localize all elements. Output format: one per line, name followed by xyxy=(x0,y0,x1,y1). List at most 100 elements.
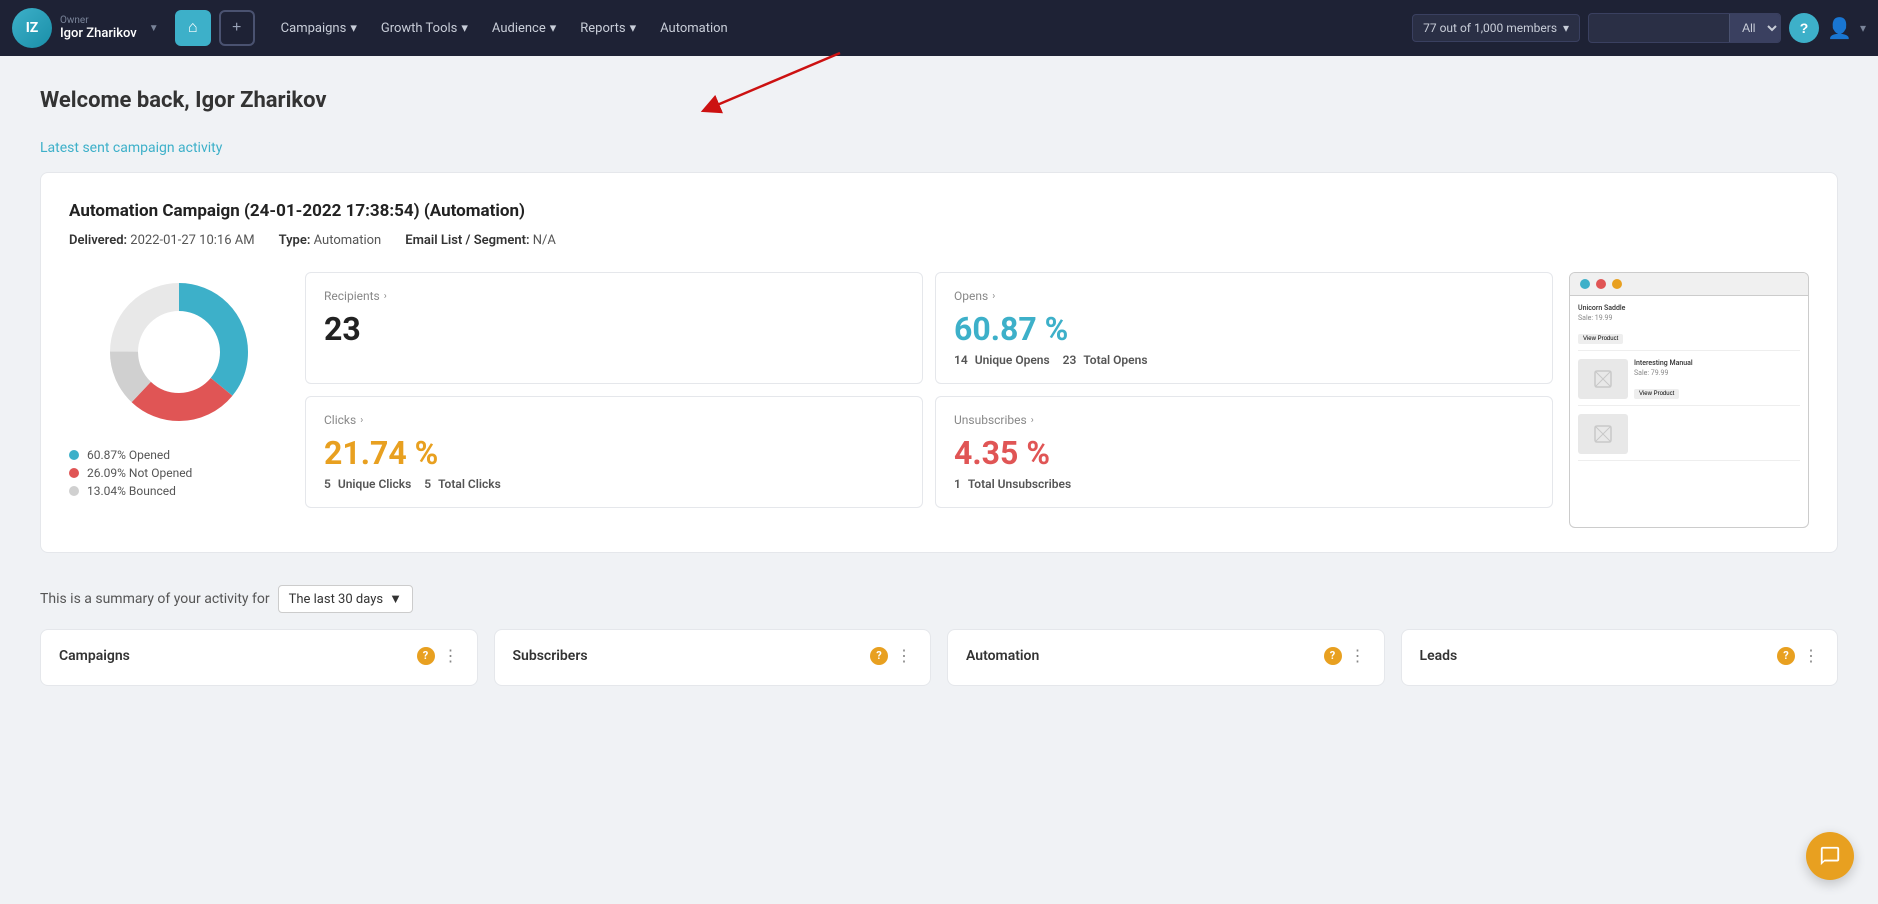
unsubscribes-sub: 1 Total Unsubscribes xyxy=(954,477,1534,491)
preview-dot-red xyxy=(1596,279,1606,289)
product1-price: Sale: 19.99 xyxy=(1578,314,1800,322)
unsubscribes-value: 4.35 % xyxy=(954,437,1534,469)
legend-not-opened: 26.09% Not Opened xyxy=(69,466,289,480)
nav-reports[interactable]: Reports ▾ xyxy=(570,15,646,42)
main-content: Welcome back, Igor Zharikov Latest sent … xyxy=(0,56,1878,710)
nav-campaigns[interactable]: Campaigns ▾ xyxy=(271,15,367,42)
search-input[interactable] xyxy=(1589,15,1729,41)
latest-activity-link[interactable]: Latest sent campaign activity xyxy=(40,140,222,156)
bottom-card-subscribers: Subscribers ? ⋮ xyxy=(494,629,932,686)
automation-dots-menu[interactable]: ⋮ xyxy=(1350,646,1366,665)
donut-chart xyxy=(99,272,259,432)
product2-image xyxy=(1578,359,1628,399)
email-preview: Unicorn Saddle Sale: 19.99 View Product … xyxy=(1569,272,1809,528)
product1-name: Unicorn Saddle xyxy=(1578,304,1800,312)
activity-summary: This is a summary of your activity for T… xyxy=(40,581,1838,690)
legend-bounced: 13.04% Bounced xyxy=(69,484,289,498)
product1-btn[interactable]: View Product xyxy=(1578,334,1623,344)
leads-dots-menu[interactable]: ⋮ xyxy=(1803,646,1819,665)
bounced-dot xyxy=(69,486,79,496)
bottom-card-campaigns: Campaigns ? ⋮ xyxy=(40,629,478,686)
reports-chevron-icon: ▾ xyxy=(630,21,637,36)
opens-sub: 14 Unique Opens 23 Total Opens xyxy=(954,353,1534,367)
campaign-card: Automation Campaign (24-01-2022 17:38:54… xyxy=(40,172,1838,553)
email-preview-header xyxy=(1570,273,1808,296)
period-chevron-icon: ▼ xyxy=(389,591,402,607)
campaign-meta: Delivered: 2022-01-27 10:16 AM Type: Aut… xyxy=(69,233,1809,248)
recipients-value: 23 xyxy=(324,313,904,345)
welcome-heading: Welcome back, Igor Zharikov xyxy=(40,88,1838,113)
legend-opened: 60.87% Opened xyxy=(69,448,289,462)
segment-meta: Email List / Segment: N/A xyxy=(405,233,556,248)
navbar: IZ Owner Igor Zharikov ▼ ⌂ + Campaigns ▾… xyxy=(0,0,1878,56)
members-badge[interactable]: 77 out of 1,000 members ▾ xyxy=(1412,14,1580,42)
stat-card-clicks: Clicks › 21.74 % 5 Unique Clicks 5 Total… xyxy=(305,396,923,508)
help-button[interactable]: ? xyxy=(1789,13,1819,43)
create-button[interactable]: + xyxy=(219,10,255,46)
nav-growth-tools[interactable]: Growth Tools ▾ xyxy=(371,15,478,42)
subscribers-help-button[interactable]: ? xyxy=(870,647,888,665)
clicks-value: 21.74 % xyxy=(324,437,904,469)
type-meta: Type: Automation xyxy=(279,233,382,248)
stat-cards-grid: Recipients › 23 Opens › 60.87 % 14 Uniqu… xyxy=(305,272,1553,508)
unsubscribes-chevron-icon: › xyxy=(1031,415,1034,426)
search-box: All xyxy=(1588,13,1781,43)
leads-help-button[interactable]: ? xyxy=(1777,647,1795,665)
nav-menu: Campaigns ▾ Growth Tools ▾ Audience ▾ Re… xyxy=(271,15,1404,42)
product2-btn[interactable]: View Product xyxy=(1634,389,1679,399)
campaigns-chevron-icon: ▾ xyxy=(350,21,357,36)
subscribers-dots-menu[interactable]: ⋮ xyxy=(896,646,912,665)
clicks-sub: 5 Unique Clicks 5 Total Clicks xyxy=(324,477,904,491)
donut-area: 60.87% Opened 26.09% Not Opened 13.04% B… xyxy=(69,272,289,502)
bottom-card-automation: Automation ? ⋮ xyxy=(947,629,1385,686)
campaigns-dots-menu[interactable]: ⋮ xyxy=(443,646,459,665)
unsubscribes-title[interactable]: Unsubscribes › xyxy=(954,413,1534,427)
account-chevron-icon[interactable]: ▾ xyxy=(1860,21,1866,35)
stats-area: 60.87% Opened 26.09% Not Opened 13.04% B… xyxy=(69,272,1809,528)
donut-legend: 60.87% Opened 26.09% Not Opened 13.04% B… xyxy=(69,448,289,502)
automation-help-button[interactable]: ? xyxy=(1324,647,1342,665)
app-logo[interactable]: IZ xyxy=(12,8,52,48)
automation-card-actions: ? ⋮ xyxy=(1324,646,1366,665)
product2-price: Sale: 79.99 xyxy=(1634,369,1800,377)
campaigns-help-button[interactable]: ? xyxy=(417,647,435,665)
email-product-1: Unicorn Saddle Sale: 19.99 View Product xyxy=(1578,304,1800,351)
product3-image xyxy=(1578,414,1628,454)
nav-right: 77 out of 1,000 members ▾ All ? 👤 ▾ xyxy=(1412,13,1866,43)
owner-name: Igor Zharikov xyxy=(60,26,137,41)
clicks-title[interactable]: Clicks › xyxy=(324,413,904,427)
recipients-title[interactable]: Recipients › xyxy=(324,289,904,303)
automation-card-title: Automation xyxy=(966,648,1039,664)
bottom-card-leads: Leads ? ⋮ xyxy=(1401,629,1839,686)
email-product-3 xyxy=(1578,414,1800,461)
opens-title[interactable]: Opens › xyxy=(954,289,1534,303)
nav-automation[interactable]: Automation xyxy=(650,15,738,42)
leads-card-actions: ? ⋮ xyxy=(1777,646,1819,665)
activity-summary-text: This is a summary of your activity for T… xyxy=(40,585,1838,613)
stat-card-recipients: Recipients › 23 xyxy=(305,272,923,384)
not-opened-dot xyxy=(69,468,79,478)
subscribers-card-actions: ? ⋮ xyxy=(870,646,912,665)
growth-tools-chevron-icon: ▾ xyxy=(461,21,468,36)
search-filter-select[interactable]: All xyxy=(1729,14,1780,42)
user-account-icon[interactable]: 👤 xyxy=(1827,16,1852,40)
recipients-chevron-icon: › xyxy=(384,291,387,302)
opens-value: 60.87 % xyxy=(954,313,1534,345)
stat-card-opens: Opens › 60.87 % 14 Unique Opens 23 Total… xyxy=(935,272,1553,384)
owner-chevron-icon[interactable]: ▼ xyxy=(149,23,159,34)
subscribers-card-header: Subscribers ? ⋮ xyxy=(513,646,913,665)
subscribers-card-title: Subscribers xyxy=(513,648,588,664)
campaigns-card-title: Campaigns xyxy=(59,648,130,664)
email-preview-body: Unicorn Saddle Sale: 19.99 View Product … xyxy=(1570,296,1808,477)
preview-dot-green xyxy=(1580,279,1590,289)
audience-chevron-icon: ▾ xyxy=(550,21,557,36)
campaign-title: Automation Campaign (24-01-2022 17:38:54… xyxy=(69,201,1809,221)
stat-card-unsubscribes: Unsubscribes › 4.35 % 1 Total Unsubscrib… xyxy=(935,396,1553,508)
delivered-meta: Delivered: 2022-01-27 10:16 AM xyxy=(69,233,255,248)
opens-chevron-icon: › xyxy=(992,291,995,302)
home-button[interactable]: ⌂ xyxy=(175,10,211,46)
chat-button[interactable] xyxy=(1806,832,1854,880)
leads-card-title: Leads xyxy=(1420,648,1458,664)
period-select[interactable]: The last 30 days ▼ xyxy=(278,585,413,613)
nav-audience[interactable]: Audience ▾ xyxy=(482,15,566,42)
